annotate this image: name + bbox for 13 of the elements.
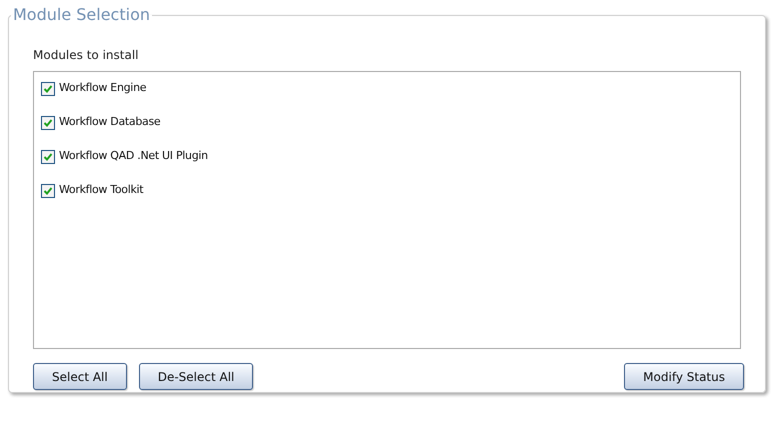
checkbox[interactable] xyxy=(41,184,55,198)
module-label: Workflow Toolkit xyxy=(59,182,144,198)
module-label: Workflow Engine xyxy=(59,80,146,96)
module-label: Workflow Database xyxy=(59,114,160,130)
group-title: Module Selection xyxy=(12,5,151,25)
checkbox[interactable] xyxy=(41,82,55,96)
checkbox[interactable] xyxy=(41,150,55,164)
action-button[interactable]: Select All xyxy=(33,363,127,390)
action-button[interactable]: Modify Status xyxy=(624,363,744,390)
list-label: Modules to install xyxy=(33,47,140,63)
module-label: Workflow QAD .Net UI Plugin xyxy=(59,148,208,164)
checkbox[interactable] xyxy=(41,116,55,130)
action-button[interactable]: De-Select All xyxy=(138,363,254,390)
